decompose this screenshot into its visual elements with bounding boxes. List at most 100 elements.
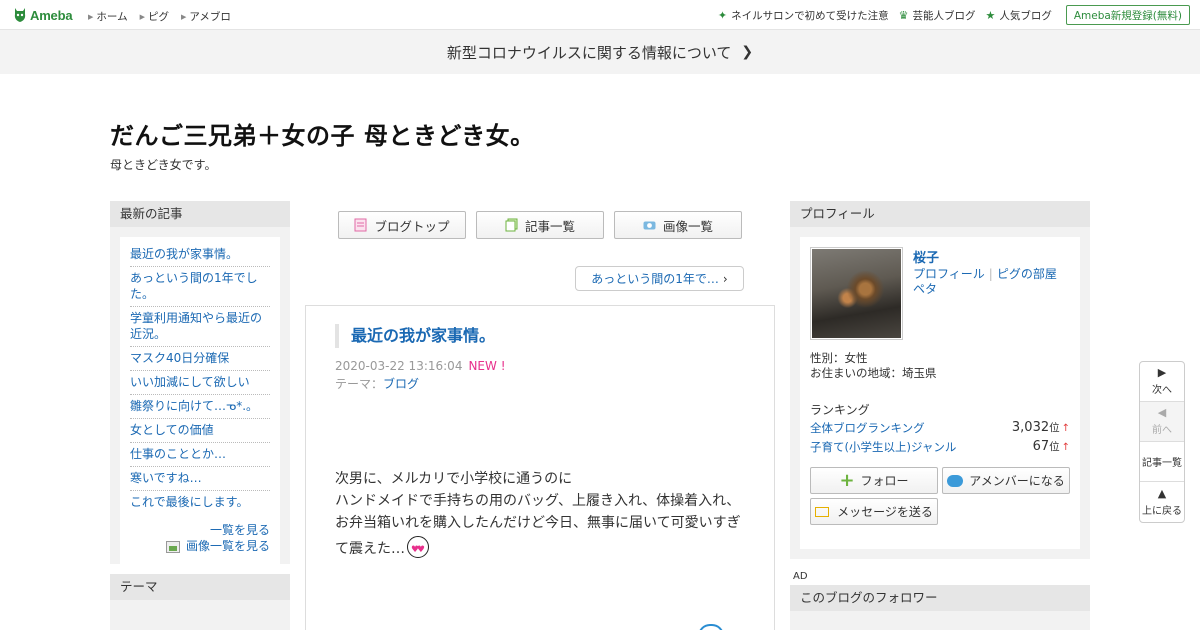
- chevron-right-icon: ›: [722, 271, 728, 286]
- theme-label: テーマ：: [335, 377, 384, 391]
- ranking-genre-link[interactable]: 子育て(小学生以上)ジャンル: [810, 439, 956, 455]
- body-line: お弁当箱いれを購入したんだけど今日、無事に届いて可愛いすぎ: [335, 515, 741, 531]
- recent-article-link[interactable]: 学童利用通知やら最近の近況。: [130, 307, 270, 347]
- avatar-image: [812, 249, 901, 338]
- article-datetime: 2020-03-22 13:16:04: [335, 359, 463, 373]
- left-sidebar: 最新の記事 最近の我が家事情。 あっという間の1年でした。 学童利用通知やら最近…: [110, 201, 290, 630]
- tab-image-list[interactable]: 画像一覧: [614, 211, 742, 239]
- profile-name[interactable]: 桜子: [913, 247, 939, 266]
- body-line: ハンドメイドで手持ちの用のバッグ、上履き入れ、体操着入れ、: [335, 493, 741, 509]
- triangle-left-icon: ◀: [1157, 406, 1167, 419]
- profile-link[interactable]: プロフィール: [913, 267, 985, 281]
- see-images-label: 画像一覧を見る: [185, 539, 270, 553]
- heart-eyes-emoji-icon: [407, 536, 429, 561]
- nav-pigg[interactable]: ▶ ピグ: [140, 9, 169, 24]
- pigg-room-link[interactable]: ピグの部屋: [997, 267, 1057, 281]
- tab-image-list-label: 画像一覧: [662, 218, 713, 234]
- celebrity-blog-link[interactable]: ♛ 芸能人ブログ: [899, 8, 976, 23]
- crown-icon: ♛: [898, 8, 909, 22]
- nav-ameblo[interactable]: ▶ アメブロ: [181, 9, 231, 24]
- profile-box: 桜子 プロフィール | ピグの部屋 ペタ 性別：女性 お住まいの地域：埼玉県 ランキ…: [790, 227, 1090, 559]
- next-label: 次へ: [1152, 385, 1172, 396]
- article-body: 次男に、メルカリで小学校に通うのに ハンドメイドで手持ちの用のバッグ、上履き入れ…: [335, 468, 755, 561]
- theme-heading: テーマ: [110, 574, 290, 600]
- ameba-logo[interactable]: Ameba: [12, 6, 73, 24]
- right-sidebar: プロフィール 桜子 プロフィール | ピグの部屋 ペタ 性別：女性 お住まいの地域：…: [790, 201, 1090, 559]
- recent-article-link[interactable]: 女としての価値: [130, 419, 270, 443]
- prev-article-label: あっという間の1年で…: [591, 272, 719, 286]
- envelope-icon: [815, 506, 830, 517]
- speech-bubble-icon: [947, 474, 964, 487]
- popular-blog-link[interactable]: ★ 人気ブログ: [985, 8, 1051, 23]
- blog-description: 母ときどき女です。: [110, 158, 217, 172]
- followers-heading: このブログのフォロワー: [790, 585, 1090, 611]
- new-badge: NEW !: [468, 359, 506, 373]
- triangle-right-icon: ▶: [88, 12, 94, 21]
- global-nav: ▶ ホーム ▶ ピグ ▶ アメブロ: [88, 9, 243, 24]
- article-title[interactable]: 最近の我が家事情。: [335, 324, 495, 348]
- decorative-stamp-icon: [698, 624, 724, 630]
- nav-home-label: ホーム: [96, 11, 128, 23]
- celebrity-blog-label: 芸能人ブログ: [912, 9, 976, 22]
- rank-up-arrow-icon: ↑: [1061, 442, 1070, 453]
- body-line: て震えた…: [335, 541, 405, 557]
- recent-article-link[interactable]: あっという間の1年でした。: [130, 267, 270, 307]
- see-list-link[interactable]: 一覧を見る: [130, 522, 270, 538]
- rank-number: 3,032: [1011, 420, 1050, 435]
- ad-label: AD: [793, 571, 808, 582]
- recent-article-link[interactable]: 仕事のこととか…: [130, 443, 270, 467]
- recent-article-link[interactable]: 雛祭りに向けて…ᓀ*.。: [130, 395, 270, 419]
- register-button[interactable]: Ameba新規登録(無料): [1065, 5, 1190, 25]
- ranking-overall-link[interactable]: 全体ブログランキング: [810, 420, 925, 436]
- blog-title[interactable]: だんご三兄弟＋女の子 母ときどき女。: [110, 116, 535, 151]
- ranking-heading: ランキング: [810, 403, 870, 417]
- profile-avatar[interactable]: [810, 247, 903, 340]
- see-images-link[interactable]: 画像一覧を見る: [130, 538, 270, 554]
- nav-home[interactable]: ▶ ホーム: [88, 9, 128, 24]
- tab-article-list-label: 記事一覧: [524, 218, 575, 234]
- body-line: 次男に、メルカリで小学校に通うのに: [335, 471, 573, 487]
- tab-article-list[interactable]: 記事一覧: [476, 211, 604, 239]
- recent-articles-heading: 最新の記事: [110, 201, 290, 227]
- follow-button[interactable]: + フォロー: [810, 467, 938, 494]
- profile-area: お住まいの地域：埼玉県: [810, 366, 937, 380]
- recent-article-link[interactable]: いい加減にして欲しい: [130, 371, 270, 395]
- prev-article-button[interactable]: あっという間の1年で… ›: [575, 266, 744, 291]
- recent-article-link[interactable]: 寒いですね…: [130, 467, 270, 491]
- plus-icon: +: [839, 469, 855, 491]
- nav-pigg-label: ピグ: [147, 11, 169, 23]
- tab-blog-top-label: ブログトップ: [374, 218, 450, 234]
- corona-info-banner[interactable]: 新型コロナウイルスに関する情報について ❯: [0, 30, 1200, 74]
- profile-inner: 桜子 プロフィール | ピグの部屋 ペタ 性別：女性 お住まいの地域：埼玉県 ランキ…: [800, 237, 1080, 549]
- message-button[interactable]: メッセージを送る: [810, 498, 938, 525]
- follow-label: フォロー: [860, 474, 909, 488]
- article-list-label: 記事一覧: [1142, 458, 1182, 469]
- recent-article-link[interactable]: これで最後にします。: [130, 491, 270, 514]
- back-to-top-label: 上に戻る: [1142, 505, 1182, 517]
- profile-links: プロフィール | ピグの部屋 ペタ: [913, 267, 1063, 297]
- peta-link[interactable]: ペタ: [913, 282, 937, 296]
- trend-link[interactable]: ✦ ネイルサロンで初めて受けた注意: [718, 8, 889, 23]
- documents-icon: [505, 218, 518, 232]
- recent-article-link[interactable]: マスク40日分確保: [130, 347, 270, 371]
- recent-article-link[interactable]: 最近の我が家事情。: [130, 243, 270, 267]
- rank-number: 67: [1032, 439, 1050, 454]
- star-icon: ★: [985, 8, 996, 22]
- amember-label: アメンバーになる: [969, 474, 1065, 488]
- amember-button[interactable]: アメンバーになる: [942, 467, 1070, 494]
- article-list-nav-button[interactable]: 記事一覧: [1140, 442, 1184, 482]
- floating-nav: ▶ 次へ ◀ 前へ 記事一覧 ▲ 上に戻る: [1139, 361, 1185, 523]
- back-to-top-button[interactable]: ▲ 上に戻る: [1140, 482, 1184, 522]
- ranking-genre-value: 67位 ↑: [1033, 439, 1070, 455]
- header-right-links: ✦ ネイルサロンで初めて受けた注意 ♛ 芸能人ブログ ★ 人気ブログ Ameba新規登…: [718, 0, 1200, 30]
- article-meta: 2020-03-22 13:16:04 NEW !: [335, 359, 506, 373]
- prev-article-nav-button[interactable]: ◀ 前へ: [1140, 402, 1184, 442]
- ranking-row: 子育て(小学生以上)ジャンル 67位 ↑: [810, 439, 1070, 455]
- recent-articles-inner: 最近の我が家事情。 あっという間の1年でした。 学童利用通知やら最近の近況。 マ…: [120, 237, 280, 564]
- ranking-row: 全体ブログランキング 3,032位 ↑: [810, 420, 1070, 436]
- tab-blog-top[interactable]: ブログトップ: [338, 211, 466, 239]
- next-article-button[interactable]: ▶ 次へ: [1140, 362, 1184, 402]
- article-theme: テーマ：ブログ: [335, 375, 419, 392]
- theme-link[interactable]: ブログ: [383, 377, 419, 391]
- blog-tabs: ブログトップ 記事一覧 画像一覧: [338, 211, 752, 239]
